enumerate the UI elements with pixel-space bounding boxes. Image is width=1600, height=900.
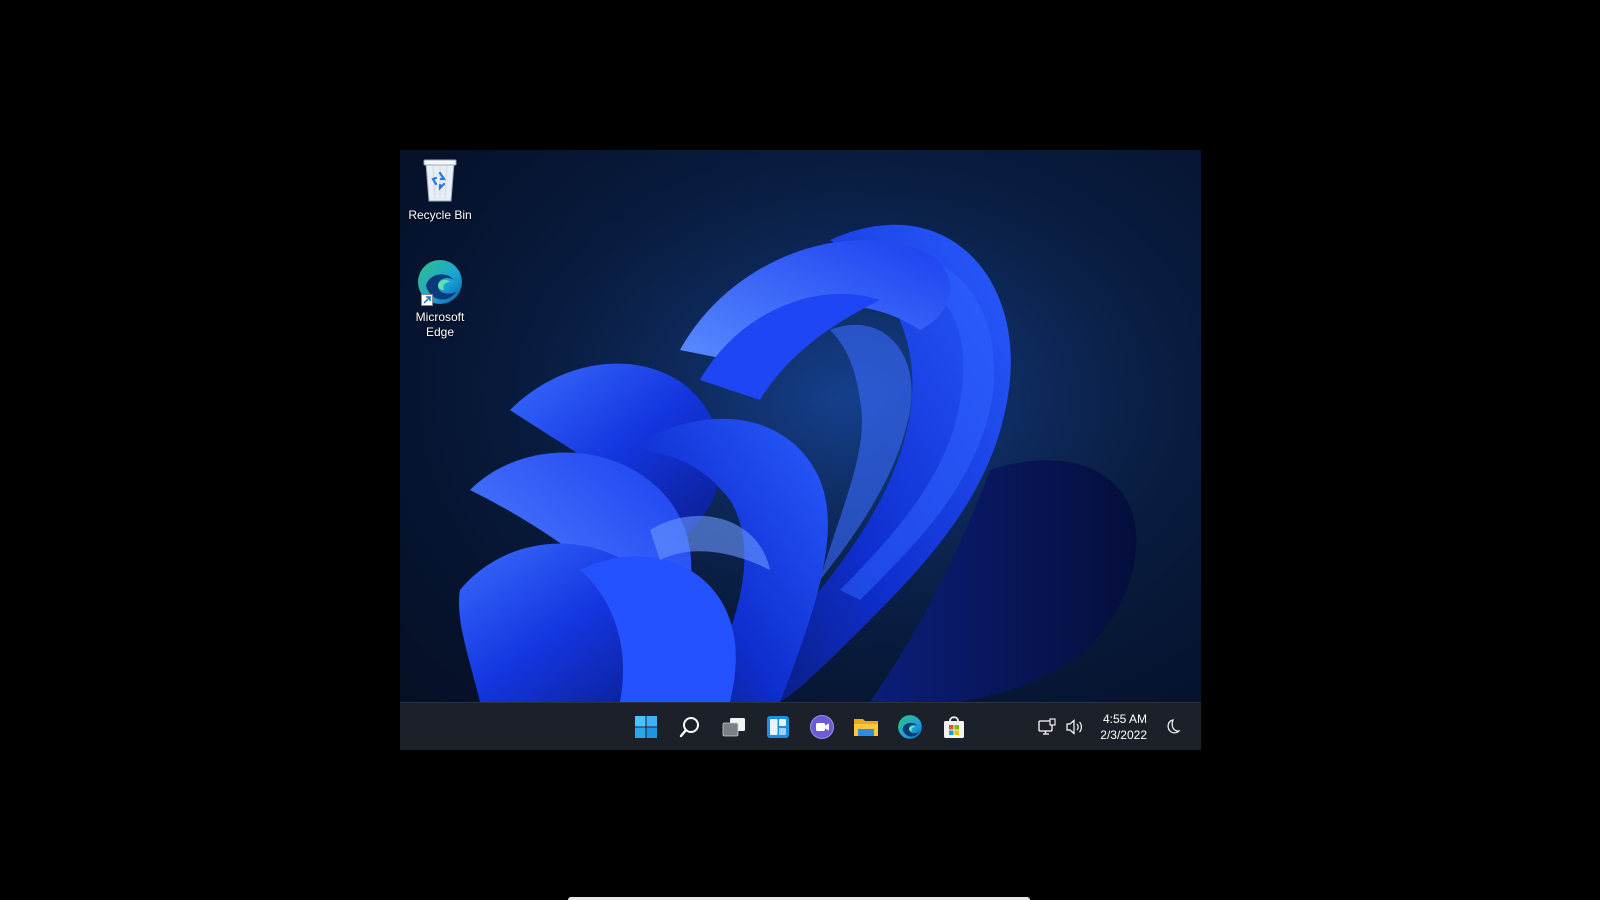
- network-button[interactable]: [1036, 716, 1058, 738]
- taskbar-clock[interactable]: 4:55 AM 2/3/2022: [1100, 711, 1147, 743]
- teams-chat-icon: [810, 715, 834, 739]
- desktop-icon-label: Microsoft Edge: [415, 310, 465, 339]
- start-icon: [635, 716, 657, 738]
- edge-icon: [898, 715, 922, 739]
- taskbar: 4:55 AM 2/3/2022: [400, 702, 1201, 750]
- widgets-button[interactable]: [760, 709, 796, 745]
- search-icon: [679, 717, 699, 738]
- shortcut-arrow-icon: [421, 294, 433, 306]
- microsoft-store-icon: [944, 716, 964, 738]
- edge-icon: [415, 256, 465, 308]
- clock-time: 4:55 AM: [1102, 712, 1147, 726]
- wallpaper: [400, 150, 1201, 702]
- file-explorer-button[interactable]: [848, 709, 884, 745]
- edge-taskbar-button[interactable]: [892, 709, 928, 745]
- recycle-bin-icon: [415, 154, 465, 206]
- volume-icon: [1066, 719, 1083, 735]
- network-icon: [1038, 718, 1056, 735]
- focus-assist-button[interactable]: [1161, 716, 1183, 738]
- taskbar-pinned-apps: [628, 703, 972, 750]
- task-view-icon: [722, 718, 745, 737]
- volume-button[interactable]: [1064, 716, 1086, 738]
- file-explorer-icon: [854, 719, 878, 736]
- chat-button[interactable]: [804, 709, 840, 745]
- microsoft-store-button[interactable]: [936, 709, 972, 745]
- desktop-icon-microsoft-edge[interactable]: Microsoft Edge: [400, 256, 480, 340]
- desktop-icon-label: Recycle Bin: [408, 208, 472, 222]
- task-view-button[interactable]: [716, 709, 752, 745]
- clock-date: 2/3/2022: [1100, 728, 1147, 742]
- desktop-icon-recycle-bin[interactable]: Recycle Bin: [400, 154, 480, 223]
- search-button[interactable]: [672, 709, 708, 745]
- system-tray: 4:55 AM 2/3/2022: [1036, 703, 1183, 750]
- widgets-icon: [767, 716, 789, 738]
- desktop-screen: Recycle Bin Microsoft Edge 4:55 AM 2/3/2…: [400, 150, 1201, 750]
- focus-assist-icon: [1167, 719, 1181, 734]
- start-button[interactable]: [628, 709, 664, 745]
